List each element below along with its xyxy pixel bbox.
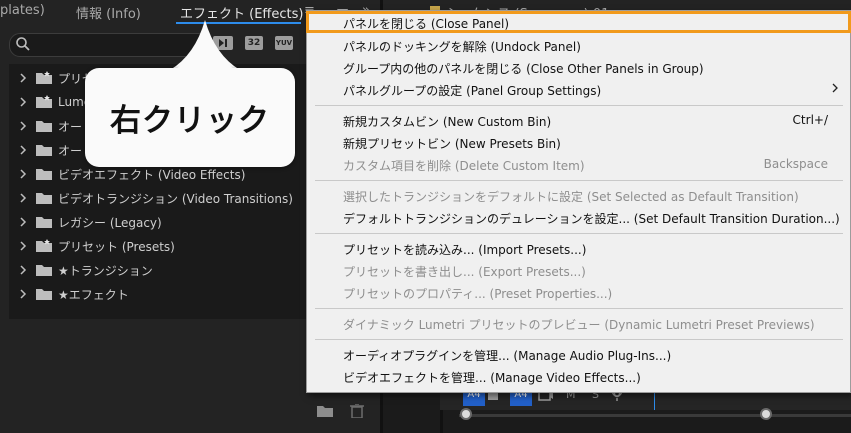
tree-item-label: ★エフェクト <box>58 287 129 302</box>
search-input[interactable] <box>9 33 210 57</box>
tab-templates[interactable]: plates) <box>0 3 45 18</box>
tree-item-video-transitions[interactable]: ビデオトランジション (Video Transitions) <box>18 187 293 209</box>
32bit-effects-button[interactable]: 32 <box>245 36 263 50</box>
menu-item-export-presets[interactable]: プリセットを書き出し... (Export Presets...) <box>343 263 586 280</box>
tree-item-label: ビデオトランジション (Video Transitions) <box>58 191 293 206</box>
tree-item-audio-transitions-partial[interactable]: オー <box>18 139 82 161</box>
shortcut-delete-custom-item: Backspace <box>763 157 828 171</box>
zoom-handle-right[interactable] <box>760 408 772 420</box>
close-panel-highlight <box>306 11 851 33</box>
menu-separator <box>315 105 843 106</box>
chevron-right-icon <box>20 241 27 251</box>
tree-item-custom-transitions[interactable]: ★トランジション <box>18 259 153 281</box>
menu-item-manage-audio-plugins[interactable]: オーディオプラグインを管理... (Manage Audio Plug-Ins.… <box>343 347 671 364</box>
chevron-right-icon <box>20 97 27 107</box>
chevron-right-icon <box>20 73 27 83</box>
folder-icon <box>36 145 52 156</box>
trash-icon[interactable] <box>349 404 365 418</box>
tree-item-custom-effects[interactable]: ★エフェクト <box>18 283 129 305</box>
submenu-arrow-icon <box>832 83 838 93</box>
zoom-handle-left[interactable] <box>460 408 472 420</box>
star-folder-icon <box>36 95 52 108</box>
tree-item-presets[interactable]: プリセット (Presets) <box>18 235 175 257</box>
folder-icon <box>36 169 52 180</box>
folder-icon <box>36 193 52 204</box>
folder-icon <box>36 121 52 132</box>
star-folder-icon <box>36 239 52 252</box>
accelerated-effects-icon[interactable] <box>213 36 233 50</box>
tree-item-lumetri-partial[interactable]: Lume <box>18 91 91 113</box>
star-folder-icon <box>36 71 52 84</box>
shortcut-new-custom-bin: Ctrl+/ <box>792 113 828 127</box>
folder-icon <box>36 265 52 276</box>
chevron-right-icon <box>20 121 27 131</box>
tree-item-audio-effects-partial[interactable]: オー <box>18 115 82 137</box>
menu-item-import-presets[interactable]: プリセットを読み込み... (Import Presets...) <box>343 241 586 258</box>
menu-item-dynamic-lumetri-preview[interactable]: ダイナミック Lumetri プリセットのプレビュー (Dynamic Lume… <box>343 316 815 333</box>
tree-item-presets-partial[interactable]: プリセ <box>18 67 94 89</box>
menu-item-preset-properties[interactable]: プリセットのプロパティ... (Preset Properties...) <box>343 285 612 302</box>
tree-item-label: オー <box>58 119 83 134</box>
tree-item-label: ビデオエフェクト (Video Effects) <box>58 167 246 182</box>
menu-item-undock-panel[interactable]: パネルのドッキングを解除 (Undock Panel) <box>343 38 581 55</box>
chevron-right-icon <box>20 217 27 227</box>
yuv-effects-button[interactable]: YUV <box>275 36 293 50</box>
menu-item-close-other-panels[interactable]: グループ内の他のパネルを閉じる (Close Other Panels in G… <box>343 60 704 77</box>
tab-info[interactable]: 情報 (Info) <box>76 3 141 22</box>
menu-item-manage-video-effects[interactable]: ビデオエフェクトを管理... (Manage Video Effects...) <box>343 369 641 386</box>
menu-separator <box>315 180 843 181</box>
chevron-right-icon <box>20 169 27 179</box>
menu-item-new-custom-bin[interactable]: 新規カスタムビン (New Custom Bin) <box>343 113 551 130</box>
tree-item-legacy[interactable]: レガシー (Legacy) <box>18 211 162 233</box>
folder-icon <box>36 217 52 228</box>
menu-separator <box>315 339 843 340</box>
menu-separator <box>315 308 843 309</box>
timeline-zoom-scrollbar[interactable] <box>459 414 851 417</box>
menu-item-set-default-transition[interactable]: 選択したトランジションをデフォルトに設定 (Set Selected as De… <box>343 188 799 205</box>
menu-item-set-default-transition-duration[interactable]: デフォルトトランジションのデュレーションを設定... (Set Default … <box>343 210 840 227</box>
menu-item-new-presets-bin[interactable]: 新規プリセットビン (New Presets Bin) <box>343 135 561 152</box>
tree-item-label: オー <box>58 143 83 158</box>
menu-separator <box>315 233 843 234</box>
chevron-right-icon <box>20 145 27 155</box>
tree-item-label: ★トランジション <box>58 263 153 278</box>
new-bin-icon[interactable] <box>317 404 333 418</box>
search-icon <box>16 37 30 51</box>
tab-effects[interactable]: エフェクト (Effects) <box>180 3 303 22</box>
menu-item-panel-group-settings[interactable]: パネルグループの設定 (Panel Group Settings) <box>343 82 601 99</box>
tree-item-label: レガシー (Legacy) <box>58 215 162 230</box>
callout-text: 右クリック <box>110 103 270 139</box>
menu-item-delete-custom-item[interactable]: カスタム項目を削除 (Delete Custom Item) <box>343 157 585 174</box>
chevron-right-icon <box>20 289 27 299</box>
folder-icon <box>36 289 52 300</box>
chevron-right-icon <box>20 265 27 275</box>
chevron-right-icon <box>20 193 27 203</box>
tree-item-label: プリセット (Presets) <box>58 239 175 254</box>
